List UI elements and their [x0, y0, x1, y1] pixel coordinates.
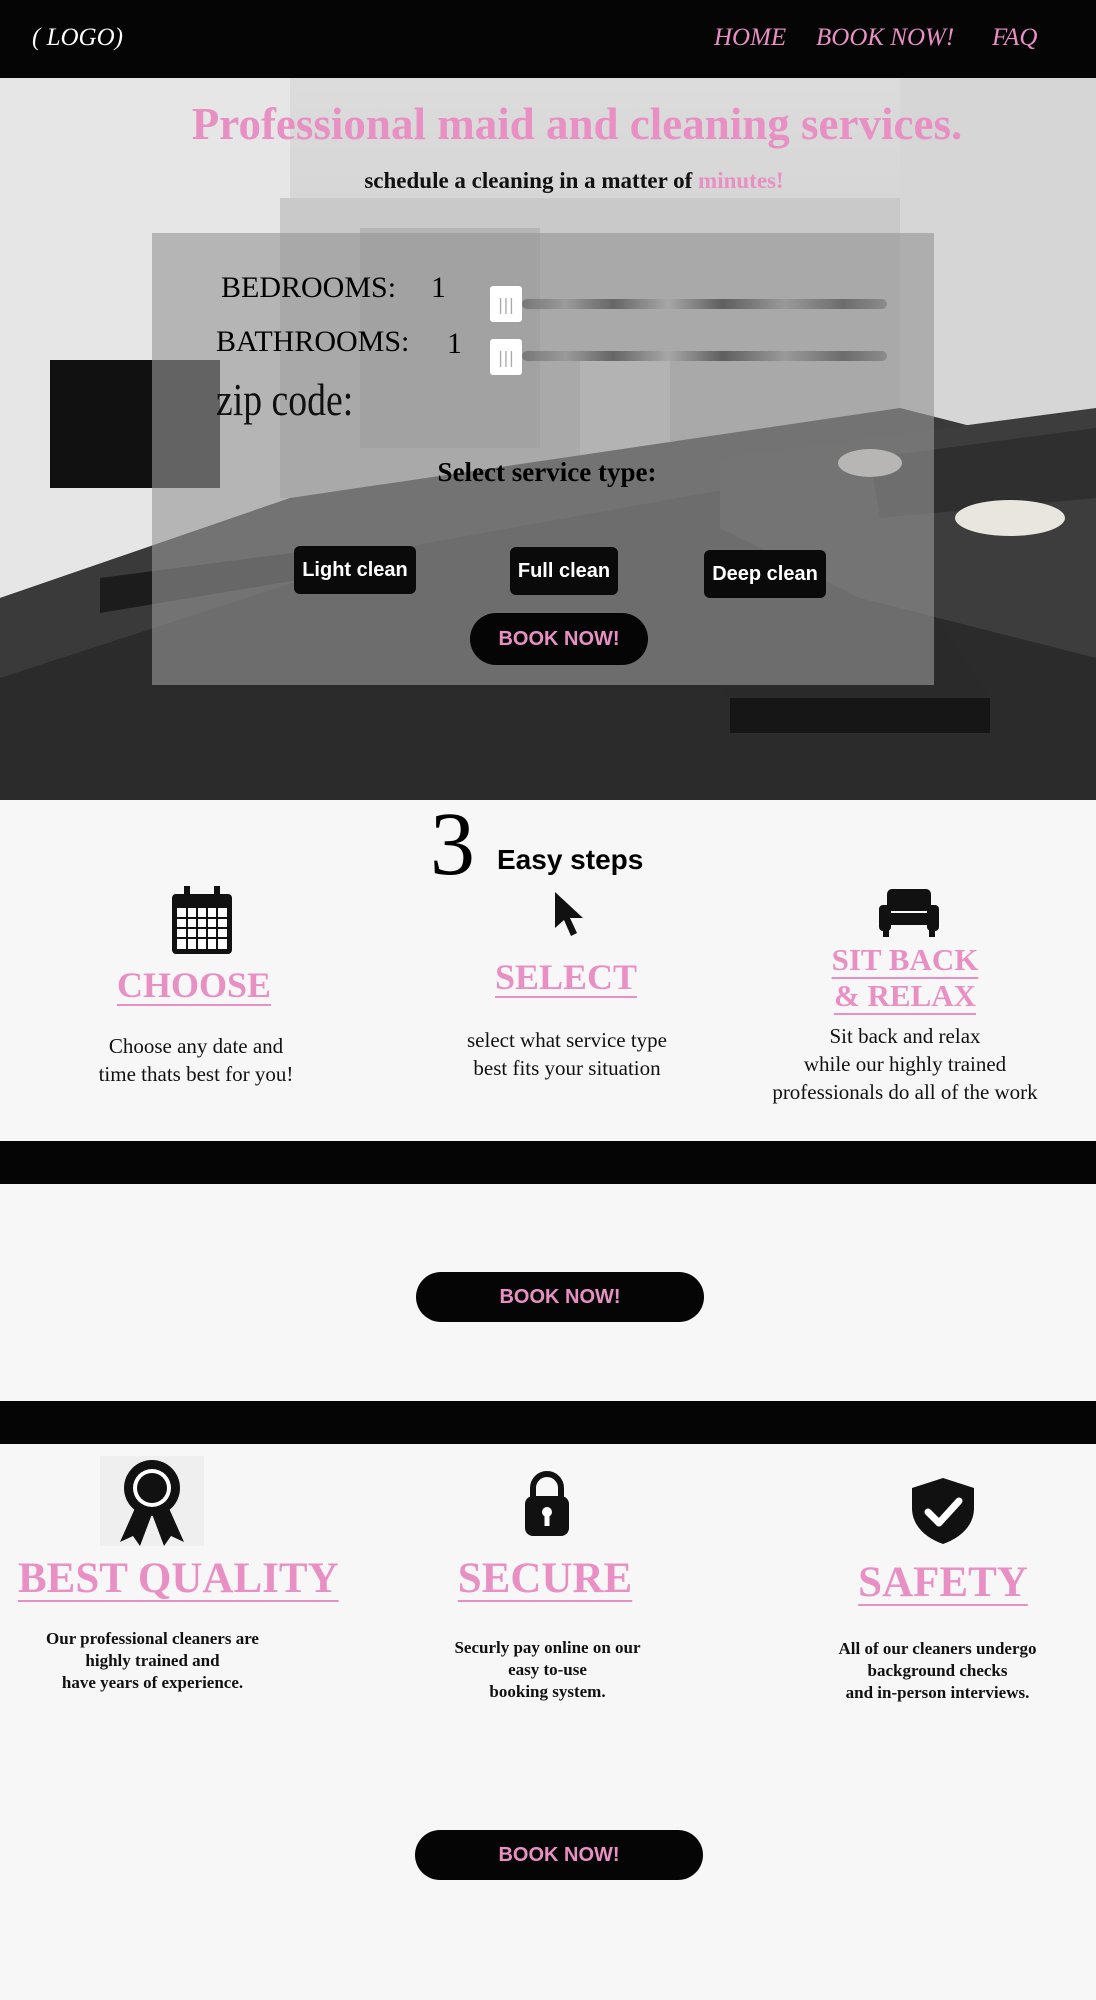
zip-code-label[interactable]: zip code:	[216, 373, 353, 426]
feature-text-line: easy to-use	[508, 1660, 587, 1679]
steps-number: 3	[430, 795, 475, 894]
bedrooms-label: BEDROOMS:	[221, 271, 397, 304]
grip-icon: |||	[497, 294, 515, 314]
feature-text-line: All of our cleaners undergo	[838, 1639, 1037, 1658]
feature-text-line: highly trained and	[85, 1651, 220, 1670]
easy-steps-section: 3 Easy steps CHOOSE Choose any date and …	[0, 800, 1096, 1140]
service-light-clean-button[interactable]: Light clean	[294, 546, 416, 594]
nav-link-faq[interactable]: FAQ	[992, 24, 1037, 52]
steps-title: Easy steps	[497, 844, 644, 875]
step-relax-text-line: Sit back and relax	[829, 1024, 981, 1048]
shield-check-icon	[912, 1478, 974, 1544]
bathrooms-slider-handle[interactable]: |||	[490, 339, 522, 375]
feature-text-line: background checks	[867, 1661, 1008, 1680]
grip-icon: |||	[497, 347, 515, 367]
feature-secure-heading: SECURE	[457, 1555, 633, 1602]
service-full-clean-button[interactable]: Full clean	[510, 547, 618, 595]
step-select-heading: SELECT	[494, 957, 638, 997]
bottom-book-now-button[interactable]: BOOK NOW!	[415, 1830, 703, 1880]
step-relax-text: Sit back and relax while our highly trai…	[745, 1022, 1065, 1106]
step-select-text: select what service type best fits your …	[442, 1026, 692, 1082]
bedrooms-value: 1	[431, 271, 446, 304]
hero-subtitle-accent: minutes!	[698, 168, 784, 193]
step-choose-text-line: time thats best for you!	[98, 1062, 294, 1086]
step-relax-text-line: while our highly trained	[803, 1052, 1007, 1076]
features-section: BEST QUALITY Our professional cleaners a…	[0, 1444, 1096, 2000]
bathrooms-value: 1	[447, 327, 462, 360]
bedrooms-slider-track[interactable]	[522, 299, 887, 309]
hero-section: Professional maid and cleaning services.…	[0, 78, 1096, 800]
step-choose-text-line: Choose any date and	[108, 1034, 284, 1058]
bathrooms-slider-track[interactable]	[522, 351, 887, 361]
divider-band	[0, 1141, 1096, 1184]
step-relax-heading-line: SIT BACK	[831, 942, 979, 977]
service-deep-clean-button[interactable]: Deep clean	[704, 550, 826, 598]
feature-text-line: booking system.	[489, 1682, 606, 1701]
navbar: ( LOGO) HOME BOOK NOW! FAQ	[0, 0, 1096, 78]
feature-safety-text: All of our cleaners undergo background c…	[815, 1638, 1060, 1704]
feature-best-quality-text: Our professional cleaners are highly tra…	[20, 1628, 285, 1694]
service-type-label: Select service type:	[437, 457, 657, 487]
step-relax-text-line: professionals do all of the work	[772, 1080, 1038, 1104]
step-choose-text: Choose any date and time thats best for …	[76, 1032, 316, 1088]
nav-link-book-now[interactable]: BOOK NOW!	[816, 24, 954, 52]
feature-secure-text: Securly pay online on our easy to-use bo…	[420, 1637, 675, 1703]
feature-text-line: Our professional cleaners are	[46, 1629, 259, 1648]
sofa-icon	[879, 889, 939, 937]
feature-text-line: and in-person interviews.	[845, 1683, 1030, 1702]
booking-form-panel: BEDROOMS: 1 ||| BATHROOMS: 1 ||| zip cod…	[152, 233, 934, 685]
calendar-icon	[172, 886, 232, 954]
nav-link-home[interactable]: HOME	[714, 24, 786, 52]
feature-text-line: Securly pay online on our	[454, 1638, 641, 1657]
feature-best-quality-heading: BEST QUALITY	[18, 1555, 339, 1602]
award-ribbon-icon	[100, 1456, 204, 1546]
middle-book-now-button[interactable]: BOOK NOW!	[416, 1272, 704, 1322]
hero-book-now-button[interactable]: BOOK NOW!	[470, 613, 648, 665]
step-select-text-line: select what service type	[467, 1028, 667, 1052]
hero-subtitle: schedule a cleaning in a matter of minut…	[0, 168, 1096, 194]
bathrooms-label: BATHROOMS:	[216, 325, 410, 358]
step-choose-heading: CHOOSE	[116, 965, 272, 1005]
step-relax-heading: SIT BACK & RELAX	[805, 942, 1005, 1014]
feature-text-line: have years of experience.	[61, 1673, 244, 1692]
step-select-text-line: best fits your situation	[473, 1056, 661, 1080]
hero-subtitle-text: schedule a cleaning in a matter of	[364, 168, 699, 193]
feature-safety-heading: SAFETY	[858, 1559, 1028, 1606]
divider-band	[0, 1401, 1096, 1444]
logo[interactable]: ( LOGO)	[32, 24, 123, 52]
bedrooms-slider-handle[interactable]: |||	[490, 286, 522, 322]
cursor-icon	[555, 892, 583, 936]
hero-title: Professional maid and cleaning services.	[191, 99, 963, 149]
step-relax-heading-line: & RELAX	[833, 978, 977, 1013]
padlock-icon	[525, 1471, 569, 1536]
